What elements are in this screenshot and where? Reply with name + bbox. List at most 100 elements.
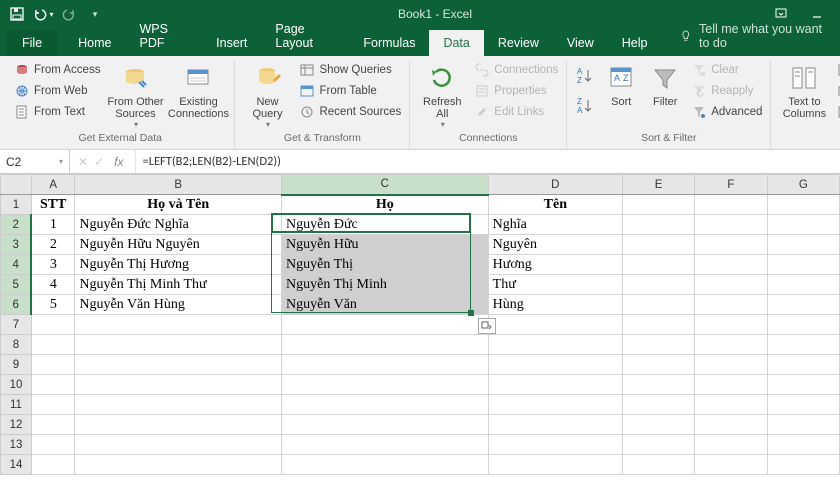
cell-A3[interactable]: 2 [31, 235, 74, 255]
cell-G5[interactable] [767, 275, 839, 295]
cell-B4[interactable]: Nguyễn Thị Hương [75, 255, 282, 275]
cell-G3[interactable] [767, 235, 839, 255]
cell-E4[interactable] [622, 255, 694, 275]
cell-B6[interactable]: Nguyễn Văn Hùng [75, 295, 282, 315]
cell-B2[interactable]: Nguyễn Đức Nghĩa [75, 215, 282, 235]
sort-button[interactable]: AZ Sort [601, 60, 641, 108]
cell-F3[interactable] [695, 235, 767, 255]
from-access-button[interactable]: From Access [12, 60, 102, 80]
cell-A4[interactable]: 3 [31, 255, 74, 275]
from-web-button[interactable]: From Web [12, 81, 102, 101]
cell-E3[interactable] [622, 235, 694, 255]
cell-C14[interactable] [282, 455, 489, 475]
cell-B7[interactable] [75, 315, 282, 335]
cell-D3[interactable]: Nguyên [488, 235, 622, 255]
col-header-B[interactable]: B [75, 175, 282, 195]
from-text-button[interactable]: From Text [12, 102, 102, 122]
cell-E5[interactable] [622, 275, 694, 295]
data-validation-button[interactable]: Data [835, 102, 840, 122]
col-header-D[interactable]: D [488, 175, 622, 195]
cell-F12[interactable] [695, 415, 767, 435]
cell-E10[interactable] [622, 375, 694, 395]
cell-G1[interactable] [767, 195, 839, 215]
cell-B8[interactable] [75, 335, 282, 355]
cell-G6[interactable] [767, 295, 839, 315]
cell-G11[interactable] [767, 395, 839, 415]
row-header-5[interactable]: 5 [1, 275, 32, 295]
row-header-1[interactable]: 1 [1, 195, 32, 215]
edit-links-button[interactable]: Edit Links [472, 102, 560, 122]
cell-E14[interactable] [622, 455, 694, 475]
flash-fill-button[interactable]: Flash [835, 60, 840, 80]
col-header-F[interactable]: F [695, 175, 767, 195]
row-header-14[interactable]: 14 [1, 455, 32, 475]
cell-D9[interactable] [488, 355, 622, 375]
qat-customize-button[interactable]: ▾ [84, 3, 106, 25]
cell-G2[interactable] [767, 215, 839, 235]
cell-E2[interactable] [622, 215, 694, 235]
grid-table[interactable]: ABCDEFG1STTHọ và TênHọTên21Nguyễn Đức Ng… [0, 174, 840, 475]
cell-E11[interactable] [622, 395, 694, 415]
cell-D5[interactable]: Thư [488, 275, 622, 295]
cell-D11[interactable] [488, 395, 622, 415]
cell-F8[interactable] [695, 335, 767, 355]
cell-E9[interactable] [622, 355, 694, 375]
row-header-12[interactable]: 12 [1, 415, 32, 435]
cell-B14[interactable] [75, 455, 282, 475]
cell-A12[interactable] [31, 415, 74, 435]
cell-D7[interactable] [488, 315, 622, 335]
col-header-G[interactable]: G [767, 175, 839, 195]
cell-B10[interactable] [75, 375, 282, 395]
cell-E1[interactable] [622, 195, 694, 215]
tell-me-search[interactable]: Tell me what you want to do [669, 22, 840, 56]
formula-input[interactable]: =LEFT(B2;LEN(B2)-LEN(D2)) [136, 150, 840, 173]
cell-D4[interactable]: Hương [488, 255, 622, 275]
cell-C12[interactable] [282, 415, 489, 435]
select-all-corner[interactable] [1, 175, 32, 195]
cell-F14[interactable] [695, 455, 767, 475]
sort-asc-button[interactable]: AZ [573, 62, 597, 90]
cell-E12[interactable] [622, 415, 694, 435]
cell-C8[interactable] [282, 335, 489, 355]
cell-F6[interactable] [695, 295, 767, 315]
from-table-button[interactable]: From Table [297, 81, 403, 101]
existing-connections-button[interactable]: Existing Connections [168, 60, 228, 120]
cell-D1[interactable]: Tên [488, 195, 622, 215]
cell-B11[interactable] [75, 395, 282, 415]
cell-C6[interactable]: Nguyễn Văn [282, 295, 489, 315]
row-header-6[interactable]: 6 [1, 295, 32, 315]
cell-G12[interactable] [767, 415, 839, 435]
cell-C7[interactable] [282, 315, 489, 335]
cell-C1[interactable]: Họ [282, 195, 489, 215]
cell-A2[interactable]: 1 [31, 215, 74, 235]
recent-sources-button[interactable]: Recent Sources [297, 102, 403, 122]
tab-data[interactable]: Data [429, 30, 483, 56]
cell-G4[interactable] [767, 255, 839, 275]
cell-F2[interactable] [695, 215, 767, 235]
cell-G9[interactable] [767, 355, 839, 375]
col-header-A[interactable]: A [31, 175, 74, 195]
cell-G7[interactable] [767, 315, 839, 335]
cell-D8[interactable] [488, 335, 622, 355]
cell-A13[interactable] [31, 435, 74, 455]
cancel-formula-icon[interactable]: ✕ [78, 155, 88, 169]
cell-F5[interactable] [695, 275, 767, 295]
name-box[interactable]: C2▾ [0, 150, 70, 173]
fx-button[interactable]: fx [110, 155, 127, 169]
cell-D12[interactable] [488, 415, 622, 435]
sort-desc-button[interactable]: ZA [573, 92, 597, 120]
from-other-sources-button[interactable]: From Other Sources▾ [106, 60, 164, 129]
cell-C4[interactable]: Nguyễn Thị [282, 255, 489, 275]
cell-B9[interactable] [75, 355, 282, 375]
cell-D14[interactable] [488, 455, 622, 475]
remove-duplicates-button[interactable]: Remo [835, 81, 840, 101]
cell-E13[interactable] [622, 435, 694, 455]
cell-A14[interactable] [31, 455, 74, 475]
cell-A5[interactable]: 4 [31, 275, 74, 295]
cell-C9[interactable] [282, 355, 489, 375]
tab-review[interactable]: Review [484, 30, 553, 56]
tab-home[interactable]: Home [64, 30, 125, 56]
cell-F4[interactable] [695, 255, 767, 275]
cell-B5[interactable]: Nguyễn Thị Minh Thư [75, 275, 282, 295]
cell-F7[interactable] [695, 315, 767, 335]
